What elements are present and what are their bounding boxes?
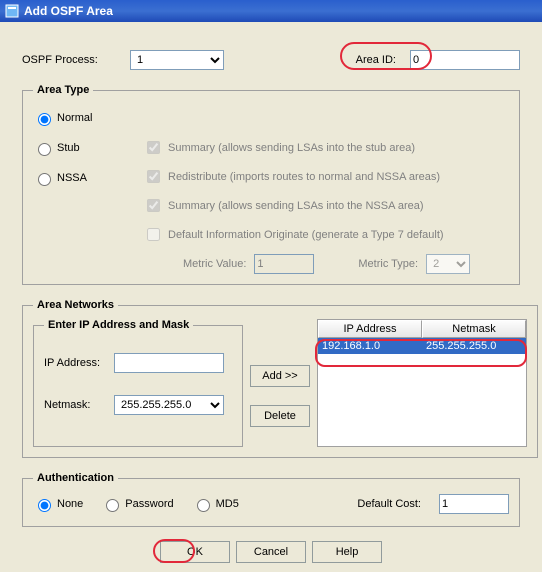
default-cost-input[interactable] bbox=[439, 494, 509, 514]
ip-address-label: IP Address: bbox=[44, 357, 114, 369]
cell-netmask: 255.255.255.0 bbox=[422, 338, 526, 354]
radio-stub[interactable] bbox=[38, 143, 51, 156]
delete-button[interactable]: Delete bbox=[250, 405, 310, 427]
add-button[interactable]: Add >> bbox=[250, 365, 310, 387]
default-cost-label: Default Cost: bbox=[357, 498, 421, 510]
cell-ip: 192.168.1.0 bbox=[318, 338, 422, 354]
radio-auth-md5-label: MD5 bbox=[216, 498, 239, 510]
radio-normal-label: Normal bbox=[57, 112, 92, 124]
check-redistribute-label: Redistribute (imports routes to normal a… bbox=[168, 171, 440, 183]
radio-auth-password[interactable] bbox=[106, 499, 119, 512]
netmask-label: Netmask: bbox=[44, 399, 114, 411]
metric-value-label: Metric Value: bbox=[183, 258, 246, 270]
check-summary-nssa bbox=[147, 199, 160, 212]
area-type-group: Area Type Normal Stub NSSA bbox=[22, 84, 520, 285]
cancel-button[interactable]: Cancel bbox=[236, 541, 306, 563]
area-networks-legend: Area Networks bbox=[33, 299, 118, 311]
check-redistribute bbox=[147, 170, 160, 183]
col-header-netmask[interactable]: Netmask bbox=[422, 320, 526, 338]
app-icon bbox=[4, 3, 20, 19]
area-id-input[interactable] bbox=[410, 50, 520, 70]
col-header-ip[interactable]: IP Address bbox=[318, 320, 422, 338]
radio-nssa-label: NSSA bbox=[57, 172, 87, 184]
networks-table[interactable]: IP Address Netmask 192.168.1.0 255.255.2… bbox=[317, 319, 527, 447]
titlebar: Add OSPF Area bbox=[0, 0, 542, 22]
window-title: Add OSPF Area bbox=[24, 4, 113, 18]
radio-auth-password-label: Password bbox=[125, 498, 173, 510]
check-default-info bbox=[147, 228, 160, 241]
radio-auth-none[interactable] bbox=[38, 499, 51, 512]
area-networks-group: Area Networks Enter IP Address and Mask … bbox=[22, 299, 538, 458]
radio-auth-md5[interactable] bbox=[197, 499, 210, 512]
radio-auth-none-label: None bbox=[57, 498, 83, 510]
radio-nssa[interactable] bbox=[38, 173, 51, 186]
help-button[interactable]: Help bbox=[312, 541, 382, 563]
check-summary-nssa-label: Summary (allows sending LSAs into the NS… bbox=[168, 200, 424, 212]
radio-normal[interactable] bbox=[38, 113, 51, 126]
metric-value-input bbox=[254, 254, 314, 274]
ip-address-input[interactable] bbox=[114, 353, 224, 373]
radio-stub-label: Stub bbox=[57, 142, 80, 154]
metric-type-label: Metric Type: bbox=[358, 258, 418, 270]
metric-type-dropdown: 2 bbox=[426, 254, 470, 274]
enter-ip-mask-group: Enter IP Address and Mask IP Address: Ne… bbox=[33, 319, 243, 447]
ospf-process-label: OSPF Process: bbox=[22, 54, 130, 66]
enter-ip-mask-legend: Enter IP Address and Mask bbox=[44, 319, 193, 331]
netmask-dropdown[interactable]: 255.255.255.0 bbox=[114, 395, 224, 415]
area-id-label: Area ID: bbox=[356, 54, 396, 66]
area-type-legend: Area Type bbox=[33, 84, 93, 96]
authentication-group: Authentication None Password MD5 Default… bbox=[22, 472, 520, 527]
ok-button[interactable]: OK bbox=[160, 541, 230, 563]
ospf-process-dropdown[interactable]: 1 bbox=[130, 50, 224, 70]
check-summary-stub bbox=[147, 141, 160, 154]
authentication-legend: Authentication bbox=[33, 472, 118, 484]
table-row[interactable]: 192.168.1.0 255.255.255.0 bbox=[318, 338, 526, 354]
check-default-info-label: Default Information Originate (generate … bbox=[168, 229, 444, 241]
check-summary-stub-label: Summary (allows sending LSAs into the st… bbox=[168, 142, 415, 154]
